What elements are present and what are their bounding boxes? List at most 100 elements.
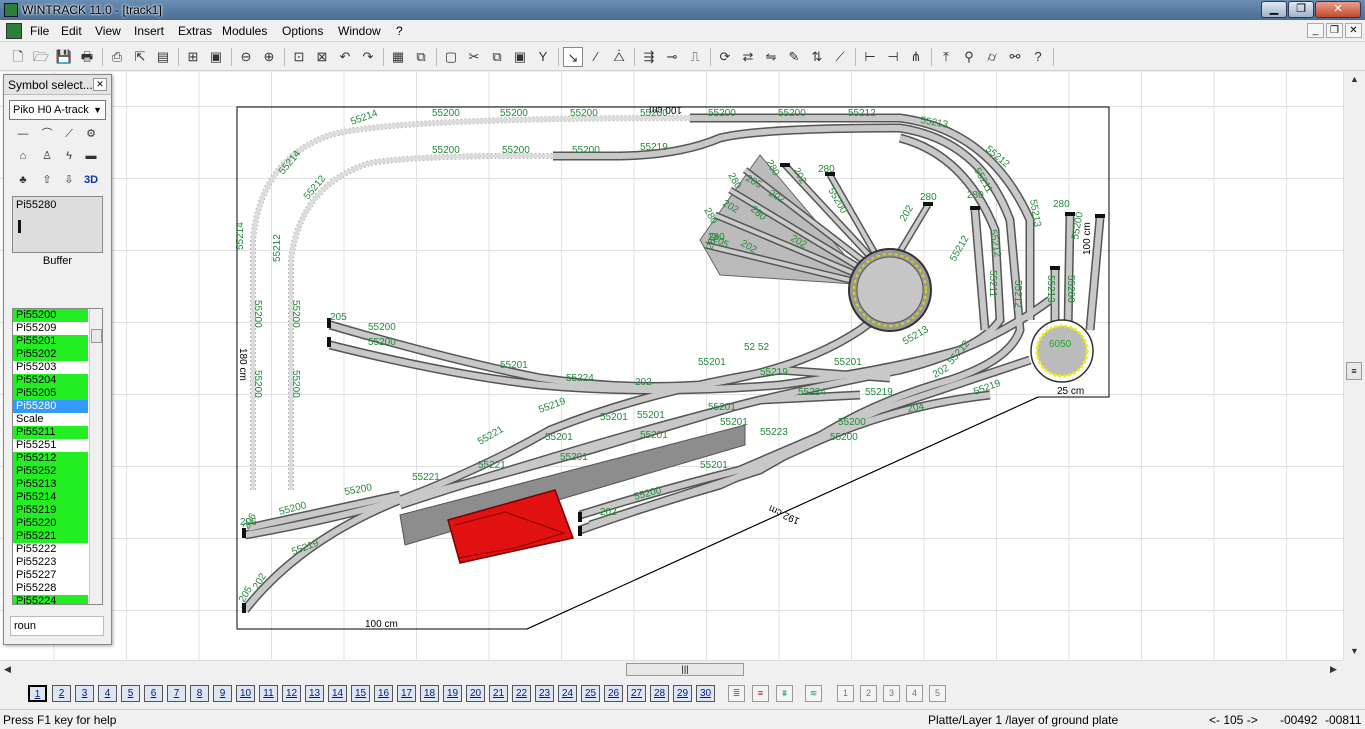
list-item[interactable]: Pi55280 [13, 400, 88, 413]
layer-button-25[interactable]: 25 [581, 685, 600, 702]
list-item[interactable]: Pi55211 [13, 426, 88, 439]
panel-close-icon[interactable]: ✕ [93, 78, 107, 91]
minimize-button[interactable]: ▁ [1261, 1, 1287, 18]
zoom-in-icon[interactable]: ⊕ [259, 47, 279, 67]
list-item[interactable]: Pi55252 [13, 465, 88, 478]
layer-button-21[interactable]: 21 [489, 685, 508, 702]
close-button[interactable]: ✕ [1315, 1, 1361, 18]
list-item[interactable]: Pi55222 [13, 543, 88, 556]
layer-button-11[interactable]: 11 [259, 685, 278, 702]
horizontal-scroll-thumb[interactable]: ||| [626, 663, 744, 676]
layer-button-9[interactable]: 9 [213, 685, 232, 702]
select-icon[interactable]: ↘ [563, 47, 583, 67]
layer-filter-icon[interactable]: ⩩ [776, 685, 793, 702]
list-item[interactable]: Pi55209 [13, 322, 88, 335]
view-button-2[interactable]: 2 [860, 685, 877, 702]
list-scrollbar[interactable] [89, 309, 102, 604]
catenary-icon[interactable]: ⌭ [982, 47, 1002, 67]
list-item[interactable]: Pi55204 [13, 374, 88, 387]
duplicate-icon[interactable]: ⧉ [487, 47, 507, 67]
view-button-3[interactable]: 3 [883, 685, 900, 702]
layer-button-29[interactable]: 29 [673, 685, 692, 702]
electric-icon[interactable]: ϟ [60, 147, 78, 165]
layer-button-10[interactable]: 10 [236, 685, 255, 702]
measure-icon[interactable]: ⎍ [685, 47, 705, 67]
lower-icon[interactable]: ⇩ [60, 171, 78, 189]
symbol-search-input[interactable]: roun [10, 616, 104, 636]
new-icon[interactable]: 🗋 [8, 47, 28, 67]
scroll-left-icon[interactable]: ◀ [4, 664, 11, 675]
layer-button-13[interactable]: 13 [305, 685, 324, 702]
menu-extras[interactable]: Extras [178, 24, 212, 38]
catalog-select[interactable]: Piko H0 A-track ▼ [9, 100, 106, 120]
list-item[interactable]: Scale [13, 413, 88, 426]
layer-button-15[interactable]: 15 [351, 685, 370, 702]
document-icon[interactable] [6, 23, 22, 39]
insulate-icon[interactable]: ⋔ [906, 47, 926, 67]
layer-button-23[interactable]: 23 [535, 685, 554, 702]
track-layout[interactable]: 100 cm 180 cm 192 cm 100 cm 25 cm 100 cm… [0, 72, 1343, 660]
print-preview-icon[interactable]: ⎙ [107, 47, 127, 67]
mirror-icon[interactable]: ⇋ [761, 47, 781, 67]
layer-button-3[interactable]: 3 [75, 685, 94, 702]
slope-icon[interactable]: ⟋ [830, 47, 850, 67]
delete-icon[interactable]: ▦ [388, 47, 408, 67]
layer-button-26[interactable]: 26 [604, 685, 623, 702]
menu-view[interactable]: View [95, 24, 121, 38]
layer-red-icon[interactable]: ≡ [752, 685, 769, 702]
zoom-out-icon[interactable]: ⊖ [236, 47, 256, 67]
switch-icon[interactable]: Y [533, 47, 553, 67]
gap-icon[interactable]: ⊣ [883, 47, 903, 67]
layer-button-1[interactable]: 1 [28, 685, 47, 702]
layer-button-27[interactable]: 27 [627, 685, 646, 702]
open-icon[interactable]: 🗁 [31, 47, 51, 67]
help-icon[interactable]: ? [1028, 47, 1048, 67]
turntable-icon[interactable]: ⚙ [82, 125, 100, 143]
clipboard-icon[interactable]: ▣ [510, 47, 530, 67]
layer-button-7[interactable]: 7 [167, 685, 186, 702]
building-icon[interactable]: ⌂ [14, 147, 32, 165]
layer-button-12[interactable]: 12 [282, 685, 301, 702]
layer-list-icon[interactable]: ≋ [805, 685, 822, 702]
layer-stack-icon[interactable]: ≣ [728, 685, 745, 702]
zoom-fit-icon[interactable]: ⊠ [312, 47, 332, 67]
menu-file[interactable]: File [30, 24, 49, 38]
3d-view-icon[interactable]: 3D [82, 171, 100, 189]
list-item[interactable]: Pi55205 [13, 387, 88, 400]
zoom-window-icon[interactable]: ⊡ [289, 47, 309, 67]
layer-button-5[interactable]: 5 [121, 685, 140, 702]
menu-help[interactable]: ? [396, 24, 403, 38]
list-item[interactable]: Pi55213 [13, 478, 88, 491]
paste-icon[interactable]: ▢ [441, 47, 461, 67]
mdi-minimize-button[interactable]: _ [1307, 23, 1324, 38]
layer-button-2[interactable]: 2 [52, 685, 71, 702]
save-icon[interactable]: 💾 [54, 47, 74, 67]
menu-options[interactable]: Options [282, 24, 323, 38]
list-item[interactable]: Pi55220 [13, 517, 88, 530]
scroll-right-icon[interactable]: ▶ [1330, 664, 1337, 675]
view-button-1[interactable]: 1 [837, 685, 854, 702]
undo-icon[interactable]: ↶ [335, 47, 355, 67]
menu-edit[interactable]: Edit [61, 24, 82, 38]
image-icon[interactable]: ▣ [206, 47, 226, 67]
layer-button-24[interactable]: 24 [558, 685, 577, 702]
grid-icon[interactable]: ⊞ [183, 47, 203, 67]
list-item[interactable]: Pi55202 [13, 348, 88, 361]
list-item[interactable]: Pi55200 [13, 309, 88, 322]
flip-icon[interactable]: ⇄ [738, 47, 758, 67]
rotate-icon[interactable]: ⟳ [715, 47, 735, 67]
vertical-scrollbar[interactable]: ▲ ≡ ▼ [1343, 72, 1365, 660]
mark-icon[interactable]: ✎ [784, 47, 804, 67]
height-icon[interactable]: ⇅ [807, 47, 827, 67]
track-icon[interactable]: ⊢ [860, 47, 880, 67]
draw-icon[interactable]: ∕ [586, 47, 606, 67]
drawing-canvas[interactable]: 100 cm 180 cm 192 cm 100 cm 25 cm 100 cm… [0, 72, 1343, 660]
tree-icon[interactable]: ♣ [14, 171, 32, 189]
layer-button-20[interactable]: 20 [466, 685, 485, 702]
copy-icon[interactable]: ⧉ [411, 47, 431, 67]
panel-title-bar[interactable]: Symbol select... ✕ [4, 75, 111, 95]
layer-button-4[interactable]: 4 [98, 685, 117, 702]
export-icon[interactable]: ⇱ [130, 47, 150, 67]
layer-button-14[interactable]: 14 [328, 685, 347, 702]
library-icon[interactable]: ▤ [153, 47, 173, 67]
